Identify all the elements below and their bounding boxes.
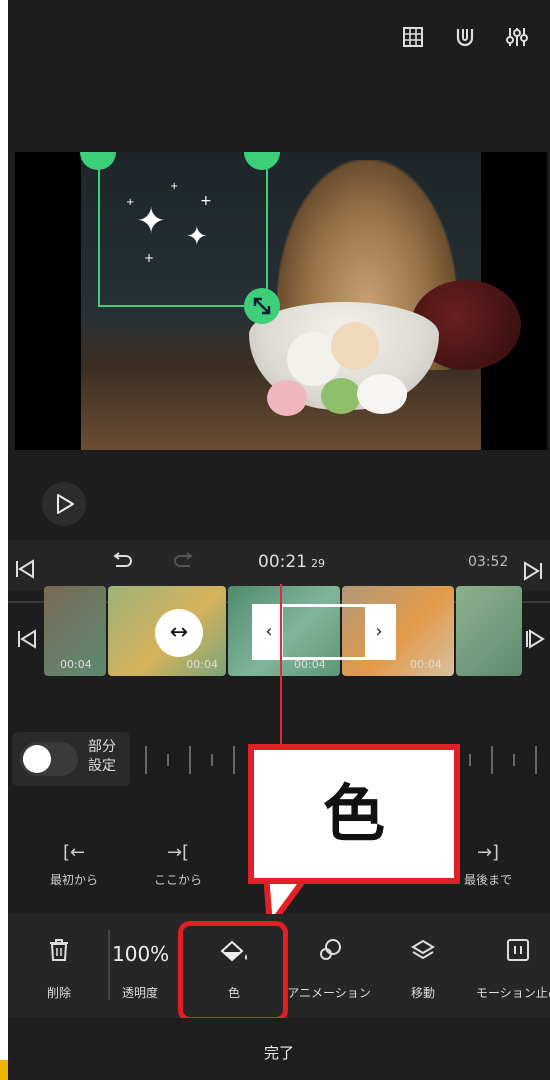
redo-icon[interactable]	[172, 552, 196, 576]
callout-text: 色	[322, 777, 385, 850]
current-time-value: 00:21	[258, 552, 307, 572]
arrow-bracket-right-icon: →]	[476, 842, 500, 863]
left-edge	[0, 0, 8, 1080]
clip-thumbnail[interactable]	[456, 586, 522, 676]
previous-clip-icon[interactable]	[16, 628, 38, 654]
skip-to-start-icon[interactable]	[14, 558, 36, 584]
animation-icon	[320, 939, 341, 960]
sparkle-icon: ✦	[186, 222, 208, 252]
trim-left-handle[interactable]: ‹	[255, 607, 283, 657]
edge-accent	[0, 1060, 8, 1080]
trim-selection[interactable]: ‹ ›	[252, 604, 396, 660]
motion-stop-label: モーション止め	[476, 986, 550, 1000]
move-button[interactable]: 移動	[396, 914, 450, 1018]
clip-duration: 00:04	[186, 658, 218, 671]
skip-to-end-icon[interactable]	[522, 560, 544, 586]
split-to-end-button[interactable]: →] 最後まで	[458, 842, 518, 888]
undo-icon[interactable]	[110, 552, 134, 576]
color-callout: 色	[248, 744, 460, 884]
top-toolbar	[402, 26, 528, 48]
bracket-left-arrow-icon: [←	[62, 842, 86, 863]
toggle-knob	[23, 745, 51, 773]
delete-label: 削除	[46, 986, 71, 1000]
clip-duration: 00:04	[410, 658, 442, 671]
mochi	[331, 322, 379, 370]
split-from-here-button[interactable]: →[ ここから	[150, 842, 206, 888]
playhead[interactable]	[280, 584, 282, 764]
pause-box-icon	[507, 939, 529, 961]
mochi	[357, 374, 407, 414]
grid-icon[interactable]	[402, 26, 424, 48]
mochi	[267, 380, 307, 416]
sliders-icon[interactable]	[506, 26, 528, 48]
layers-icon	[411, 939, 435, 960]
sparkle-icon: ✦	[136, 201, 167, 242]
sparkle-icon: +	[144, 251, 155, 265]
video-preview[interactable]: ✦ ✦ + + + +	[15, 152, 547, 450]
trash-icon	[50, 939, 68, 961]
transition-button[interactable]: ↔	[155, 609, 203, 657]
split-from-here-label: ここから	[153, 873, 202, 887]
play-button[interactable]	[42, 482, 86, 526]
done-bar: 完了	[8, 1018, 550, 1080]
magnet-icon[interactable]	[454, 26, 476, 48]
partial-setting-toggle[interactable]	[20, 742, 78, 776]
animation-button[interactable]: アニメーション	[284, 914, 374, 1018]
sparkle-icon: +	[170, 181, 179, 192]
clip-duration: 00:04	[60, 658, 92, 671]
mochi	[321, 378, 361, 414]
done-button[interactable]: 完了	[8, 1042, 550, 1063]
play-icon	[57, 494, 74, 514]
current-frame: 29	[311, 557, 325, 570]
partial-setting-label: 部分 設定	[88, 738, 116, 776]
split-to-end-label: 最後まで	[463, 873, 512, 887]
sticker-selection-box[interactable]: ✦ ✦ + + + +	[98, 152, 268, 307]
motion-stop-button[interactable]: モーション止め	[476, 914, 550, 1018]
opacity-button[interactable]: 100% 透明度	[112, 914, 170, 1018]
sparkle-icon: +	[200, 193, 212, 209]
resize-handle[interactable]	[244, 288, 280, 324]
partial-setting-control[interactable]: 部分 設定	[12, 732, 130, 786]
clip-thumbnail[interactable]: 00:04	[44, 586, 106, 676]
opacity-label: 透明度	[121, 986, 158, 1000]
color-button-highlight	[178, 921, 288, 1022]
split-from-start-button[interactable]: [← 最初から	[46, 842, 102, 888]
animation-label: アニメーション	[287, 986, 371, 1000]
toolbar-divider	[108, 930, 110, 1000]
swap-arrows-icon: ↔	[169, 620, 189, 645]
move-label: 移動	[410, 986, 435, 1000]
arrow-bracket-icon: →[	[166, 842, 190, 863]
delete-button[interactable]: 削除	[30, 914, 88, 1018]
partial-setting-label-line1: 部分	[88, 739, 116, 755]
next-clip-icon[interactable]	[524, 628, 546, 654]
split-from-start-label: 最初から	[49, 873, 98, 887]
sparkle-icon: +	[126, 197, 135, 208]
partial-setting-label-line2: 設定	[88, 758, 116, 774]
total-time: 03:52	[468, 554, 509, 570]
current-time: 00:21 29	[258, 552, 325, 572]
trim-right-handle[interactable]: ›	[365, 607, 393, 657]
opacity-value: 100%	[112, 942, 170, 966]
